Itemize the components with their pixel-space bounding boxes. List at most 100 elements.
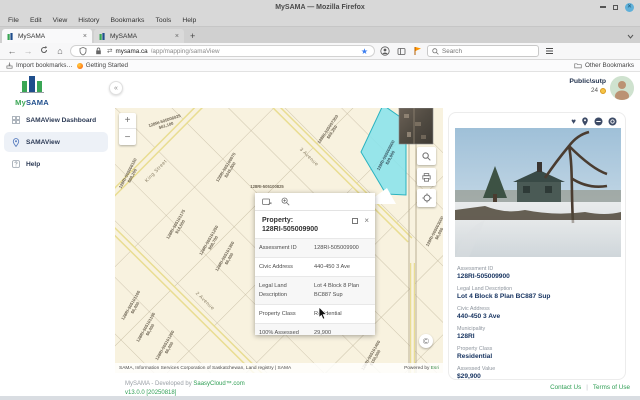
camera-icon[interactable] bbox=[608, 117, 617, 126]
sidebars-icon[interactable] bbox=[395, 47, 407, 56]
popup-close-icon[interactable]: × bbox=[364, 217, 369, 225]
field-label: Assessment ID bbox=[457, 266, 617, 273]
tab-mysama-active[interactable]: MySAMA × bbox=[2, 29, 92, 43]
menu-item-tools[interactable]: Tools bbox=[155, 17, 171, 24]
favorite-heart-icon[interactable]: ♥ bbox=[571, 118, 576, 126]
menu-item-edit[interactable]: Edit bbox=[30, 17, 42, 24]
mysama-logo-icon bbox=[19, 75, 45, 93]
map-copyright-button[interactable]: © bbox=[419, 334, 433, 348]
footer-dev-link[interactable]: SaasyCloud™.com bbox=[193, 381, 244, 387]
screenshot-icon[interactable] bbox=[262, 198, 272, 206]
dashboard-icon bbox=[11, 116, 20, 124]
esri-link[interactable]: Esri bbox=[431, 366, 439, 371]
bookmark-star-icon[interactable]: ★ bbox=[361, 47, 368, 56]
tab-bar: MySAMA × MySAMA × + bbox=[0, 27, 640, 43]
sidebar-collapse-button[interactable]: « bbox=[109, 81, 123, 95]
field-label: Legal Land Description bbox=[457, 286, 617, 293]
printer-icon bbox=[422, 173, 431, 182]
footer-links-divider: | bbox=[586, 384, 588, 391]
import-bookmarks-item[interactable]: Import bookmarks… bbox=[6, 62, 73, 69]
permissions-icon[interactable]: ⇄ bbox=[107, 47, 112, 55]
tab-close-icon[interactable]: × bbox=[83, 33, 87, 40]
mysama-app: MySAMA « Public\sutp 24 SAMAView Dashboa… bbox=[0, 72, 640, 400]
zoom-out-button[interactable]: − bbox=[119, 129, 136, 145]
import-bookmarks-label: Import bookmarks… bbox=[16, 62, 73, 69]
row-label: Assessment ID bbox=[255, 239, 310, 258]
row-value: 440-450 3 Ave bbox=[310, 258, 375, 277]
powered-by-text: Powered by bbox=[404, 366, 431, 371]
popup-title-id: 128RI-505009900 bbox=[262, 225, 368, 234]
hamburger-menu-icon[interactable] bbox=[543, 47, 555, 55]
zoom-to-icon[interactable] bbox=[281, 197, 290, 206]
search-input[interactable] bbox=[442, 48, 522, 55]
menu-item-bookmarks[interactable]: Bookmarks bbox=[110, 17, 144, 24]
property-detail-panel: ♥ bbox=[448, 112, 626, 380]
reload-button[interactable] bbox=[38, 46, 50, 56]
property-photo[interactable] bbox=[455, 128, 621, 257]
row-label: Property Class bbox=[255, 304, 310, 323]
list-tabs-chevron-icon[interactable] bbox=[627, 29, 634, 43]
footer-dev-text: MySAMA - Developed by bbox=[125, 381, 193, 387]
map-search-button[interactable] bbox=[417, 147, 436, 165]
coin-icon bbox=[600, 88, 606, 94]
sidebar-item-label: SAMAView bbox=[26, 139, 60, 146]
menu-item-file[interactable]: File bbox=[8, 17, 19, 24]
other-bookmarks-item[interactable]: Other Bookmarks bbox=[574, 62, 634, 69]
minimize-button[interactable] bbox=[600, 6, 606, 8]
field-label: Assessed Value bbox=[457, 366, 617, 373]
popup-header: Property: 128RI-505009900 × bbox=[255, 211, 375, 238]
search-bar[interactable] bbox=[427, 45, 539, 57]
overview-thumbnail[interactable] bbox=[399, 108, 433, 144]
home-button[interactable]: ⌂ bbox=[54, 47, 66, 56]
getting-started-label: Getting Started bbox=[86, 62, 128, 69]
popup-attribute-table: Assessment ID 128RI-505009900 Civic Addr… bbox=[255, 238, 375, 335]
map-print-button[interactable] bbox=[417, 168, 436, 186]
field-label: Civic Address bbox=[457, 306, 617, 313]
contact-us-link[interactable]: Contact Us bbox=[550, 384, 581, 391]
url-path[interactable]: /app/mapping/samaView bbox=[151, 48, 358, 55]
field-label: Property Class bbox=[457, 346, 617, 353]
menu-item-view[interactable]: View bbox=[53, 17, 68, 24]
mysama-favicon bbox=[99, 33, 106, 40]
url-domain[interactable]: mysama.ca bbox=[115, 48, 147, 55]
getting-started-item[interactable]: Getting Started bbox=[77, 62, 128, 69]
url-bar[interactable]: ⇄ mysama.ca /app/mapping/samaView ★ bbox=[70, 45, 375, 57]
map-pin-icon[interactable] bbox=[581, 117, 589, 126]
browser-window: MySAMA — Mozilla Firefox ✕ File Edit Vie… bbox=[0, 0, 640, 400]
sidebar-item-samaview[interactable]: SAMAView bbox=[4, 132, 108, 152]
tab-close-icon[interactable]: × bbox=[175, 33, 179, 40]
maximize-button[interactable] bbox=[613, 5, 618, 10]
svg-text:128RI-505100825: 128RI-505100825 bbox=[250, 184, 284, 189]
close-button[interactable]: ✕ bbox=[625, 3, 634, 12]
field-label: Municipality bbox=[457, 326, 617, 333]
map-zoom-control: + − bbox=[119, 113, 136, 145]
account-icon[interactable] bbox=[379, 46, 391, 56]
back-button[interactable]: ← bbox=[6, 47, 18, 56]
extension-flag-icon[interactable] bbox=[411, 46, 423, 56]
import-icon bbox=[6, 62, 13, 69]
popup-dock-icon[interactable] bbox=[352, 218, 358, 224]
map-canvas[interactable]: King Street 3 Avenue 2 Avenue 128RI-5050… bbox=[115, 108, 443, 373]
tab-mysama-2[interactable]: MySAMA × bbox=[94, 29, 184, 43]
map-locate-button[interactable] bbox=[417, 189, 436, 207]
property-popup: Property: 128RI-505009900 × Assessment I… bbox=[255, 193, 375, 335]
lock-icon[interactable] bbox=[92, 47, 104, 55]
new-tab-button[interactable]: + bbox=[184, 29, 201, 43]
terms-of-use-link[interactable]: Terms of Use bbox=[593, 384, 630, 391]
window-bottom-strip bbox=[0, 396, 640, 400]
credits-count: 24 bbox=[591, 87, 598, 94]
help-icon bbox=[11, 160, 20, 168]
menu-item-help[interactable]: Help bbox=[182, 17, 196, 24]
forward-button[interactable]: → bbox=[22, 47, 34, 56]
sidebar-item-samaview-dashboard[interactable]: SAMAView Dashboard bbox=[4, 110, 108, 130]
mouse-cursor bbox=[318, 307, 327, 320]
field-value: 440-450 3 Ave bbox=[457, 313, 617, 322]
zoom-in-button[interactable]: + bbox=[119, 113, 136, 129]
avatar[interactable] bbox=[610, 76, 634, 100]
logo-text-my: My bbox=[15, 98, 26, 107]
row-value: Lot 4 Block 8 Plan BC887 Sup bbox=[310, 277, 375, 304]
minus-circle-icon[interactable] bbox=[594, 117, 603, 126]
menu-item-history[interactable]: History bbox=[78, 17, 99, 24]
sidebar-item-help[interactable]: Help bbox=[4, 154, 108, 174]
shield-icon[interactable] bbox=[77, 47, 89, 56]
